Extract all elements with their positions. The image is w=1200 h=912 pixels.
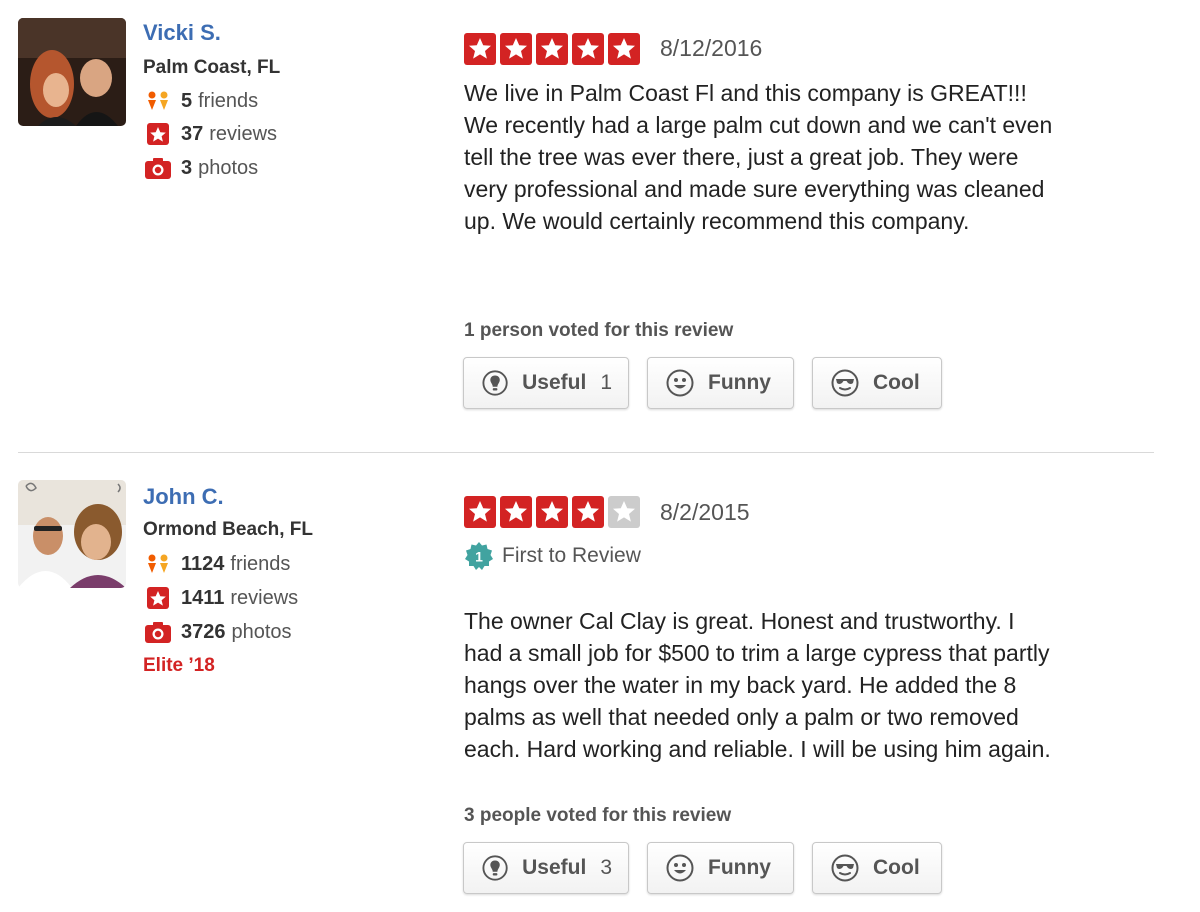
user-avatar[interactable]: [18, 480, 126, 588]
sunglasses-icon: [831, 854, 859, 882]
cool-label: Cool: [873, 856, 920, 879]
star-icon: [500, 496, 532, 528]
funny-label: Funny: [708, 856, 771, 879]
user-location: Palm Coast, FL: [143, 57, 281, 78]
vote-buttons: Useful 3 Funny Cool: [463, 842, 942, 894]
svg-text:1: 1: [475, 549, 483, 565]
review-text: The owner Cal Clay is great. Honest and …: [464, 608, 1051, 762]
friends-label: friends: [230, 552, 291, 575]
friends-icon: [148, 554, 168, 573]
useful-label: Useful: [522, 856, 587, 879]
funny-label: Funny: [708, 371, 771, 394]
reviews-count: 1411: [181, 586, 225, 609]
cool-button[interactable]: Cool: [812, 357, 942, 409]
friends-label: friends: [198, 89, 259, 112]
photos-label: photos: [231, 620, 292, 643]
useful-label: Useful: [522, 371, 587, 394]
review-date: 8/12/2016: [660, 35, 763, 61]
user-name[interactable]: John C.: [143, 484, 224, 510]
lightbulb-icon: [482, 855, 508, 881]
friends-stat: 1124 friends: [145, 551, 290, 577]
star-icon: [464, 496, 496, 528]
elite-badge[interactable]: Elite ’18: [143, 655, 215, 677]
smiley-icon: [666, 369, 694, 397]
star-icon: [608, 33, 640, 65]
sunglasses-icon: [831, 369, 859, 397]
smiley-icon: [666, 854, 694, 882]
review-star-icon: [147, 587, 169, 609]
star-icon: [572, 33, 604, 65]
reviews-label: reviews: [230, 586, 299, 609]
first-to-review: 1 First to Review: [464, 541, 641, 571]
photos-label: photos: [198, 156, 259, 179]
review-date: 8/2/2015: [660, 499, 750, 525]
review-star-icon: [147, 123, 169, 145]
review-item: John C. Ormond Beach, FL 1124 friends 14…: [0, 456, 1200, 912]
friends-count: 5: [181, 89, 193, 112]
review-item: Vicki S. Palm Coast, FL 5 friends 37 rev…: [0, 0, 1200, 452]
user-name[interactable]: Vicki S.: [143, 20, 221, 46]
first-to-review-label: First to Review: [502, 544, 641, 567]
friends-count: 1124: [181, 552, 225, 575]
useful-button[interactable]: Useful 1: [463, 357, 629, 409]
friends-icon: [148, 91, 168, 110]
star-rating: [464, 33, 640, 65]
cool-label: Cool: [873, 371, 920, 394]
camera-icon: [145, 158, 171, 179]
star-rating: [464, 496, 640, 528]
star-icon: [572, 496, 604, 528]
photos-stat: 3 photos: [145, 155, 258, 181]
reviews-stat: 37 reviews: [145, 121, 277, 147]
useful-count: 1: [600, 371, 612, 394]
star-icon: [536, 496, 568, 528]
photos-stat: 3726 photos: [145, 619, 292, 645]
review-text: We live in Palm Coast Fl and this compan…: [464, 80, 1053, 234]
votes-label: 3 people voted for this review: [464, 805, 732, 826]
reviews-label: reviews: [209, 122, 278, 145]
user-location: Ormond Beach, FL: [143, 519, 313, 540]
cool-button[interactable]: Cool: [812, 842, 942, 894]
star-icon: [464, 33, 496, 65]
reviews-stat: 1411 reviews: [145, 585, 298, 611]
funny-button[interactable]: Funny: [647, 357, 794, 409]
friends-stat: 5 friends: [145, 88, 258, 114]
vote-buttons: Useful 1 Funny Cool: [463, 357, 942, 409]
lightbulb-icon: [482, 370, 508, 396]
star-icon: [536, 33, 568, 65]
star-icon: [500, 33, 532, 65]
photos-count: 3: [181, 156, 193, 179]
user-avatar[interactable]: [18, 18, 126, 126]
review-divider: [18, 452, 1154, 453]
useful-count: 3: [600, 856, 612, 879]
camera-icon: [145, 622, 171, 643]
useful-button[interactable]: Useful 3: [463, 842, 629, 894]
star-icon: [608, 496, 640, 528]
reviews-count: 37: [181, 122, 204, 145]
funny-button[interactable]: Funny: [647, 842, 794, 894]
votes-label: 1 person voted for this review: [464, 320, 734, 341]
first-review-badge-icon: 1: [465, 542, 493, 570]
photos-count: 3726: [181, 620, 226, 643]
